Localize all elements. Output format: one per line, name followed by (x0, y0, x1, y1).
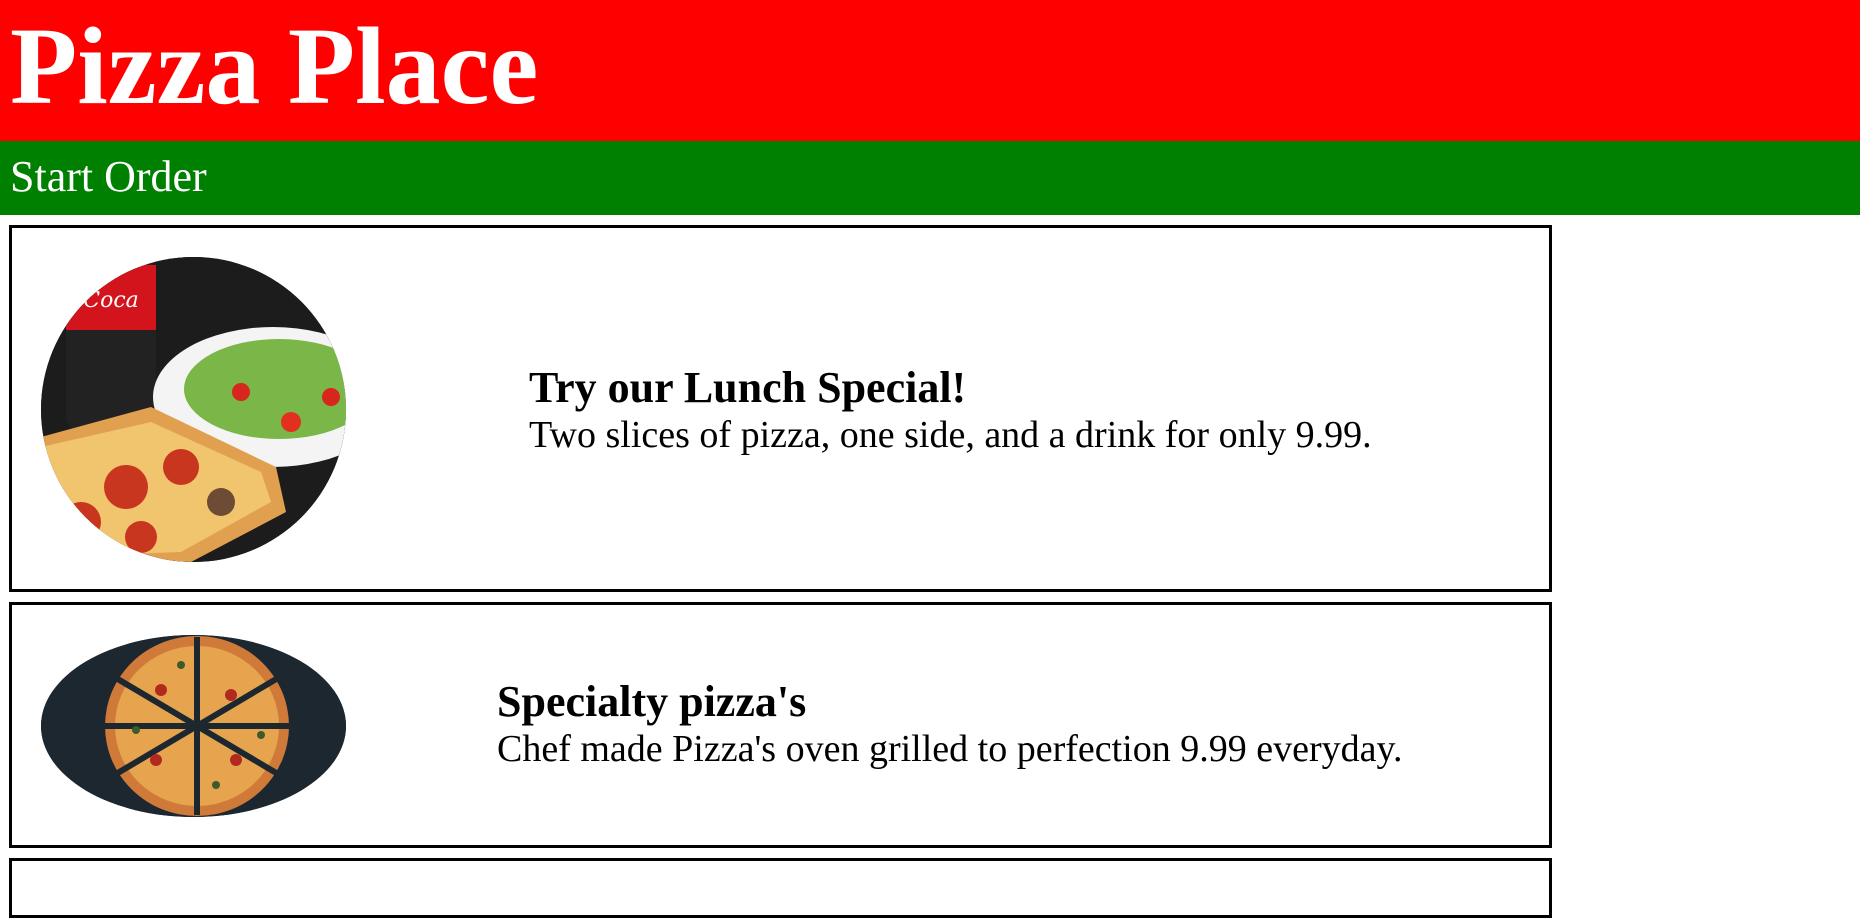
specialty-pizza-photo (41, 635, 346, 817)
specialty-pizza-heading: Specialty pizza's (497, 677, 807, 726)
site-header: Pizza Place (0, 0, 1860, 141)
lunch-special-heading: Try our Lunch Special! (529, 363, 967, 412)
svg-text:Coca: Coca (83, 288, 139, 313)
site-title: Pizza Place (10, 5, 539, 127)
lunch-special-description: Two slices of pizza, one side, and a dri… (529, 413, 1372, 456)
specialty-pizza-description: Chef made Pizza's oven grilled to perfec… (497, 727, 1403, 770)
start-order-link[interactable]: Start Order (10, 152, 207, 201)
lunch-special-image: Coca (41, 257, 346, 562)
special-card-lunch: Coca Try our Lunch Special! Two slices o… (9, 225, 1552, 592)
special-card-specialty: Specialty pizza's Chef made Pizza's oven… (9, 602, 1552, 848)
specialty-pizza-text: Specialty pizza's Chef made Pizza's oven… (497, 678, 1403, 773)
lunch-special-photo: Coca (41, 257, 346, 562)
special-card-third (9, 858, 1552, 918)
nav-bar: Start Order (0, 141, 1860, 215)
lunch-special-text: Try our Lunch Special! Two slices of piz… (529, 364, 1372, 459)
specialty-pizza-image (41, 635, 346, 817)
